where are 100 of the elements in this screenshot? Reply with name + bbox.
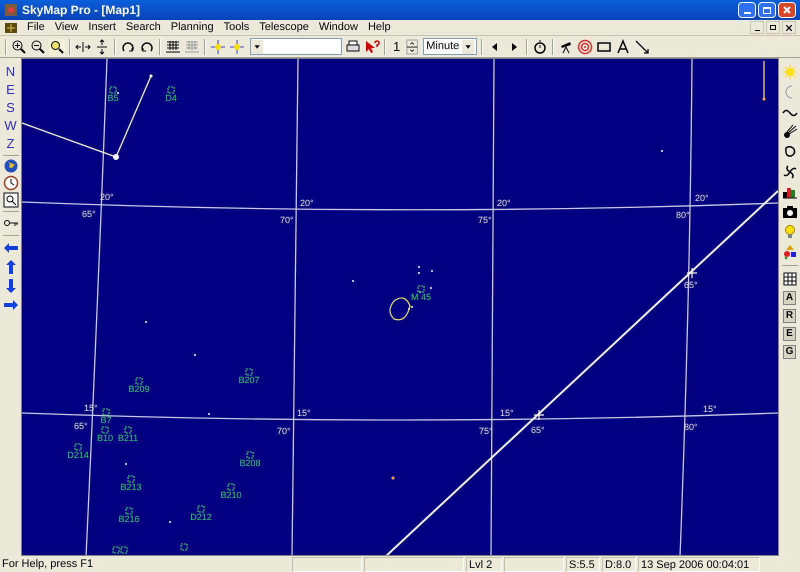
grid-label: 20° <box>497 198 511 208</box>
target-icon[interactable] <box>577 38 594 54</box>
letter-button[interactable]: G <box>783 345 796 359</box>
grid-label: 15° <box>500 408 514 418</box>
printer-icon[interactable] <box>345 38 361 54</box>
object-label: B210 <box>220 490 242 500</box>
grid-label: 65° <box>82 209 96 219</box>
zoom-in-icon[interactable] <box>11 38 27 54</box>
direction-button[interactable]: N <box>6 64 16 81</box>
menu-item[interactable]: File <box>22 19 50 36</box>
globe-icon[interactable] <box>2 158 18 174</box>
grid-label: 65° <box>74 421 88 431</box>
galaxy-icon[interactable] <box>782 164 798 180</box>
object-label: D214 <box>67 450 89 460</box>
object-marker <box>198 506 204 512</box>
shapes-icon[interactable] <box>782 244 798 260</box>
direction-button[interactable]: Z <box>6 136 14 153</box>
object-marker <box>168 86 174 94</box>
table-icon[interactable] <box>782 271 798 287</box>
status-text: Lvl 2 <box>466 556 502 572</box>
object-label: D212 <box>190 512 212 522</box>
document-icon[interactable] <box>4 22 18 34</box>
menu-item[interactable]: View <box>50 19 84 36</box>
direction-button[interactable]: W <box>4 118 17 135</box>
line-tool-icon[interactable] <box>634 38 650 54</box>
help-pointer-icon[interactable] <box>364 38 380 54</box>
star-icon[interactable] <box>229 38 245 54</box>
camera-icon[interactable] <box>782 204 798 220</box>
object-marker <box>228 484 234 490</box>
menu-item[interactable]: Telescope <box>254 19 314 36</box>
status-text: S:5.5 <box>566 556 600 572</box>
star-dot <box>392 476 394 480</box>
restore-button[interactable] <box>766 21 780 34</box>
arrow-right-icon[interactable] <box>2 297 18 313</box>
constellation-line <box>763 61 765 99</box>
object-label: B5 <box>108 93 118 103</box>
letter-button[interactable]: A <box>783 291 796 305</box>
status-text: 13 Sep 2006 00:04:01 <box>638 556 760 572</box>
minimize-button[interactable] <box>750 21 764 34</box>
nebula-outline <box>389 297 411 320</box>
menu-item[interactable]: Search <box>120 19 166 36</box>
letter-button[interactable]: E <box>783 327 796 341</box>
time-unit-combo[interactable]: Minute <box>423 38 478 55</box>
close-icon <box>786 24 792 30</box>
star-dot <box>150 74 152 78</box>
direction-button[interactable]: E <box>6 82 15 99</box>
object-marker <box>110 86 116 94</box>
letter-button[interactable]: R <box>783 309 796 323</box>
grid-label: 20° <box>695 193 709 203</box>
grid-label: 80° <box>676 210 690 220</box>
menu-item[interactable]: Planning <box>166 19 219 36</box>
object-label: B211 <box>118 433 138 443</box>
status-panel <box>292 556 362 572</box>
object-marker <box>180 544 188 550</box>
zoom-window-icon[interactable] <box>49 38 65 54</box>
grid-label: 15° <box>703 404 717 414</box>
object-marker <box>246 368 252 376</box>
object-marker <box>102 426 108 434</box>
stopwatch-icon[interactable] <box>532 38 548 54</box>
menu-item[interactable]: Tools <box>218 19 254 36</box>
status-text: D:8.0 <box>602 556 636 572</box>
object-label: B207 <box>238 375 260 385</box>
grid-label: 70° <box>277 426 291 436</box>
status-text: For Help, press F1 <box>1 556 94 572</box>
grid-icon[interactable] <box>165 38 181 54</box>
spin-buttons-icon[interactable] <box>406 38 420 54</box>
object-marker <box>418 286 424 292</box>
close-button[interactable] <box>782 21 796 34</box>
menu-item[interactable]: Help <box>362 19 396 36</box>
object-label: B10 <box>97 433 113 443</box>
direction-button[interactable]: S <box>6 100 15 117</box>
object-label: B7 <box>100 415 112 425</box>
menu-item[interactable]: Insert <box>83 19 121 36</box>
close-icon <box>783 6 791 14</box>
heighten-icon[interactable] <box>94 38 110 54</box>
find-icon[interactable] <box>2 192 18 208</box>
clock-icon[interactable] <box>2 175 18 191</box>
status-panel <box>504 556 564 572</box>
object-marker <box>128 476 134 482</box>
zoom-out-icon[interactable] <box>30 38 46 54</box>
grid-label: 15° <box>297 408 311 418</box>
object-label: M 45 <box>411 292 431 302</box>
object-label: B208 <box>239 458 261 468</box>
text-tool-icon[interactable] <box>615 38 632 54</box>
grid-label: 70° <box>280 215 294 225</box>
grid-label: 20° <box>300 198 314 208</box>
menu-item[interactable]: Window <box>314 19 363 36</box>
object-label: D4 <box>165 93 177 103</box>
comet-icon[interactable] <box>782 124 798 140</box>
grid-label: 75° <box>478 215 492 225</box>
star-icon[interactable] <box>210 38 226 54</box>
window-title: SkyMap Pro - [Map1] <box>22 2 140 19</box>
grid-label: 65° <box>531 425 545 435</box>
object-marker <box>126 508 132 514</box>
object-marker <box>246 452 254 458</box>
object-marker <box>74 444 82 450</box>
object-marker <box>124 426 132 434</box>
object-marker <box>102 408 110 416</box>
object-label: B213 <box>120 482 142 492</box>
object-label: B216 <box>118 514 140 524</box>
